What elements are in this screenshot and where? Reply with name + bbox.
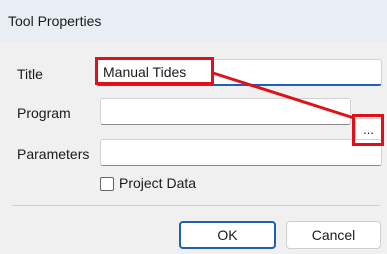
annotation-arrow-line: [212, 71, 355, 120]
annotation-connector: [212, 71, 355, 120]
tool-properties-dialog: Tool Properties Title Manual Tides Progr…: [0, 0, 387, 254]
